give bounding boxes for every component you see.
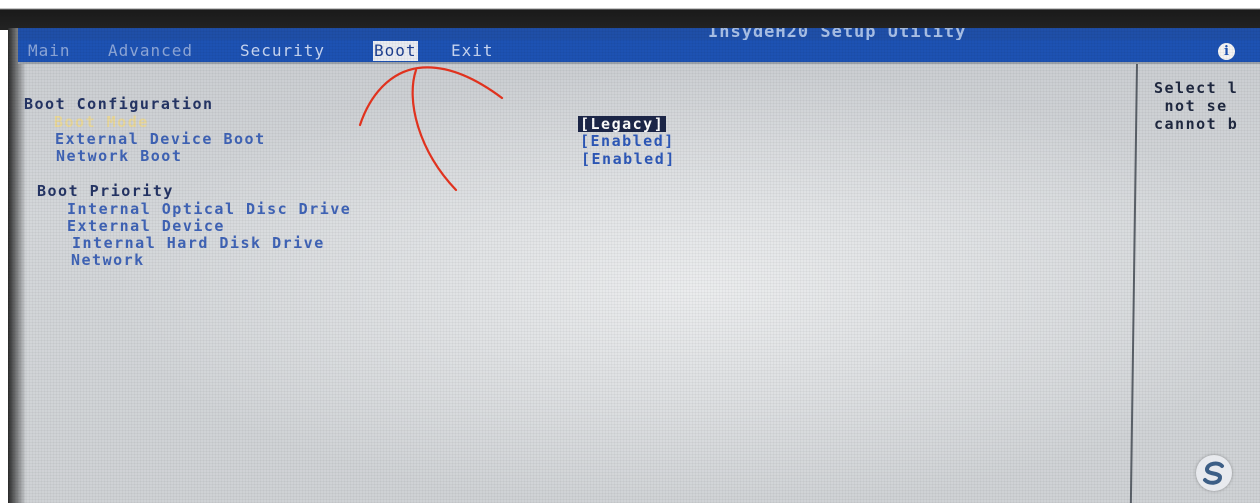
menu-bar: Main Advanced Security Boot Exit i [18,40,1260,62]
title-bar: InsydeH20 Setup Utility [18,28,1260,40]
boot-priority-item[interactable]: Internal Hard Disk Drive [72,235,325,251]
help-panel-divider [1129,63,1138,503]
network-boot-value[interactable]: [Enabled] [581,151,676,167]
info-icon[interactable]: i [1218,43,1235,60]
network-boot-label[interactable]: Network Boot [56,148,182,164]
help-line: Select l [1154,79,1239,97]
help-line: not se [1154,97,1228,115]
boot-mode-label[interactable]: Boot Mode [54,114,149,130]
boot-priority-item[interactable]: External Device [67,218,225,234]
boot-priority-item[interactable]: Network [71,252,145,268]
content-top-border [18,62,1260,64]
external-device-boot-label[interactable]: External Device Boot [55,131,266,147]
help-line: cannot b [1154,115,1239,133]
s-logo-icon [1196,455,1232,491]
utility-title: InsydeH20 Setup Utility [708,28,967,40]
photo-of-bios-screen: InsydeH20 Setup Utility Main Advanced Se… [0,0,1260,503]
boot-mode-value[interactable]: [Legacy] [578,116,667,132]
boot-priority-item[interactable]: Internal Optical Disc Drive [67,201,351,217]
menu-boot[interactable]: Boot [373,41,418,61]
boot-configuration-heading: Boot Configuration [24,95,214,113]
bios-screen: InsydeH20 Setup Utility Main Advanced Se… [8,28,1260,503]
menu-advanced[interactable]: Advanced [108,41,193,61]
menu-exit[interactable]: Exit [451,41,494,61]
menu-main[interactable]: Main [28,41,71,61]
external-device-boot-value[interactable]: [Enabled] [580,133,675,149]
menu-security[interactable]: Security [240,41,325,61]
monitor-bezel [0,0,1260,30]
boot-priority-heading: Boot Priority [37,182,174,200]
